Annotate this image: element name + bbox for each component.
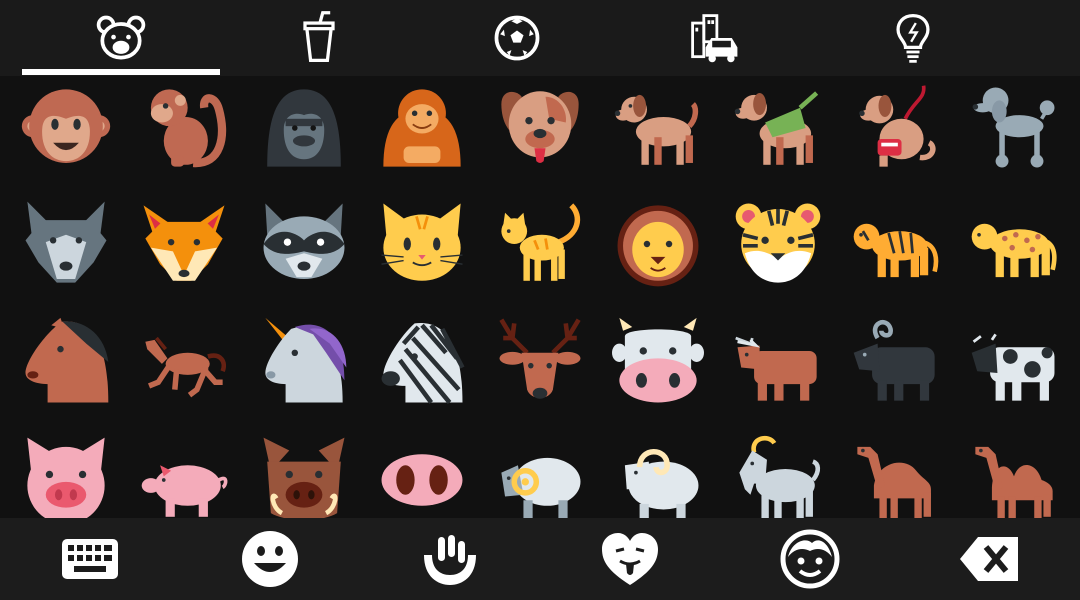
emoji-grid <box>0 76 1080 518</box>
emoji-guide-dog[interactable] <box>728 78 828 178</box>
keyboard-icon <box>62 539 118 579</box>
smiley-icon <box>242 531 298 587</box>
emoji-gorilla[interactable] <box>254 78 354 178</box>
emoji-cat[interactable] <box>490 194 590 294</box>
emoji-pig-nose[interactable] <box>372 430 472 518</box>
backspace-icon <box>960 537 1018 581</box>
emoji-service-dog[interactable] <box>846 78 946 178</box>
tab-animals-nature[interactable] <box>22 0 220 76</box>
emoji-boar[interactable] <box>254 430 354 518</box>
tab-food-drink[interactable] <box>220 0 418 76</box>
emoji-cow-face[interactable] <box>608 312 708 412</box>
emoji-wolf[interactable] <box>16 194 116 294</box>
emoji-tiger-face[interactable] <box>728 194 828 294</box>
emoji-zebra[interactable] <box>372 312 472 412</box>
emoji-ewe[interactable] <box>608 430 708 518</box>
heart-face-icon <box>602 533 658 585</box>
emoji-ox[interactable] <box>728 312 828 412</box>
emoji-water-buffalo[interactable] <box>846 312 946 412</box>
light-bulb-icon <box>896 13 930 63</box>
tab-activities[interactable] <box>418 0 616 76</box>
emoji-deer[interactable] <box>490 312 590 412</box>
hand-gesture-icon <box>424 535 476 585</box>
keyboard-bottom-bar <box>0 518 1080 600</box>
emoji-monkey-face[interactable] <box>16 78 116 178</box>
emoji-goat[interactable] <box>728 430 828 518</box>
emoji-tiger[interactable] <box>846 194 946 294</box>
emoji-leopard[interactable] <box>964 194 1064 294</box>
backspace-button[interactable] <box>900 518 1080 600</box>
emotions-category-button[interactable] <box>540 518 720 600</box>
emoji-dog[interactable] <box>608 78 708 178</box>
emoji-lion[interactable] <box>608 194 708 294</box>
emoji-raccoon[interactable] <box>254 194 354 294</box>
switch-to-keyboard-button[interactable] <box>0 518 180 600</box>
emoji-cow[interactable] <box>964 312 1064 412</box>
emoji-two-hump-camel[interactable] <box>964 430 1064 518</box>
emoji-cat-face[interactable] <box>372 194 472 294</box>
face-outline-icon <box>780 529 840 589</box>
people-category-button[interactable] <box>720 518 900 600</box>
smileys-category-button[interactable] <box>180 518 360 600</box>
bear-face-icon <box>96 15 146 60</box>
emoji-monkey[interactable] <box>134 78 234 178</box>
emoji-racehorse[interactable] <box>134 312 234 412</box>
drink-cup-icon <box>303 11 335 63</box>
gestures-category-button[interactable] <box>360 518 540 600</box>
emoji-pig[interactable] <box>134 430 234 518</box>
emoji-horse-face[interactable] <box>16 312 116 412</box>
selected-tab-indicator <box>22 69 220 75</box>
emoji-pig-face[interactable] <box>16 430 116 518</box>
emoji-category-bar <box>0 0 1080 76</box>
buildings-car-icon <box>691 14 738 63</box>
emoji-fox[interactable] <box>134 194 234 294</box>
emoji-dog-face[interactable] <box>490 78 590 178</box>
emoji-ram[interactable] <box>490 430 590 518</box>
emoji-camel[interactable] <box>846 430 946 518</box>
tab-objects[interactable] <box>814 0 1012 76</box>
emoji-unicorn[interactable] <box>254 312 354 412</box>
tab-travel-places[interactable] <box>616 0 814 76</box>
emoji-orangutan[interactable] <box>372 78 472 178</box>
soccer-ball-icon <box>494 15 540 61</box>
emoji-poodle[interactable] <box>964 78 1064 178</box>
